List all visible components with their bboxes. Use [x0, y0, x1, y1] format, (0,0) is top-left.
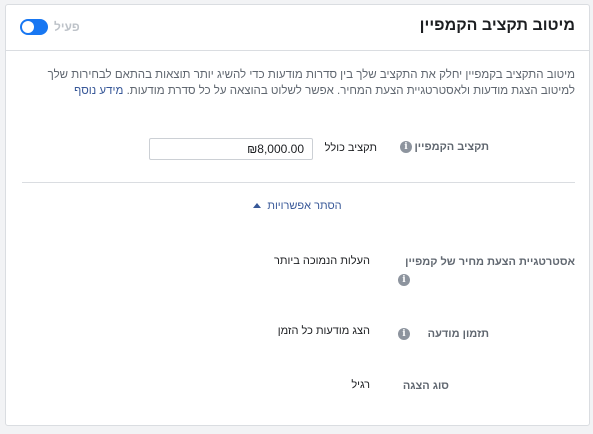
hide-options-link[interactable]: הסתר אפשרויות — [6, 200, 589, 212]
hide-options-label: הסתר אפשרויות — [267, 200, 342, 212]
section-divider — [22, 182, 575, 183]
budget-type-label: תקציב כולל — [324, 142, 377, 154]
card-title: מיטוב תקציב הקמפיין — [419, 17, 575, 34]
toggle-status-label: פעיל — [54, 20, 80, 34]
info-icon[interactable]: i — [398, 328, 410, 340]
status-toggle-group: פעיל — [20, 18, 80, 36]
learn-more-link[interactable]: מידע נוסף — [74, 85, 123, 97]
ad-scheduling-label: תזמון מודעה — [427, 328, 489, 340]
campaign-budget-optimization-card: מיטוב תקציב הקמפיין פעיל מיטוב התקציב בק… — [5, 4, 590, 426]
caret-up-icon — [253, 202, 262, 208]
budget-label: תקציב הקמפיין — [414, 141, 489, 153]
card-header: מיטוב תקציב הקמפיין פעיל — [6, 5, 589, 51]
ad-scheduling-value: הצג מודעות כל הזמן — [277, 325, 370, 337]
delivery-type-label: סוג הצגה — [402, 380, 449, 392]
info-icon[interactable]: i — [400, 141, 412, 153]
bid-strategy-value: העלות הנמוכה ביותר — [274, 255, 370, 267]
budget-amount-input[interactable] — [149, 138, 313, 160]
budget-label-group: תקציב הקמפיין — [414, 141, 489, 153]
description: מיטוב התקציב בקמפיין יחלק את התקציב שלך … — [20, 67, 575, 99]
bid-strategy-label: אסטרטגיית הצעת מחיר של קמפיין — [405, 256, 575, 268]
delivery-type-value: רגיל — [351, 379, 370, 391]
description-text: מיטוב התקציב בקמפיין יחלק את התקציב שלך … — [47, 69, 575, 97]
info-icon[interactable]: i — [398, 274, 410, 286]
toggle-knob — [22, 21, 34, 33]
cbo-toggle-switch[interactable] — [20, 19, 48, 35]
